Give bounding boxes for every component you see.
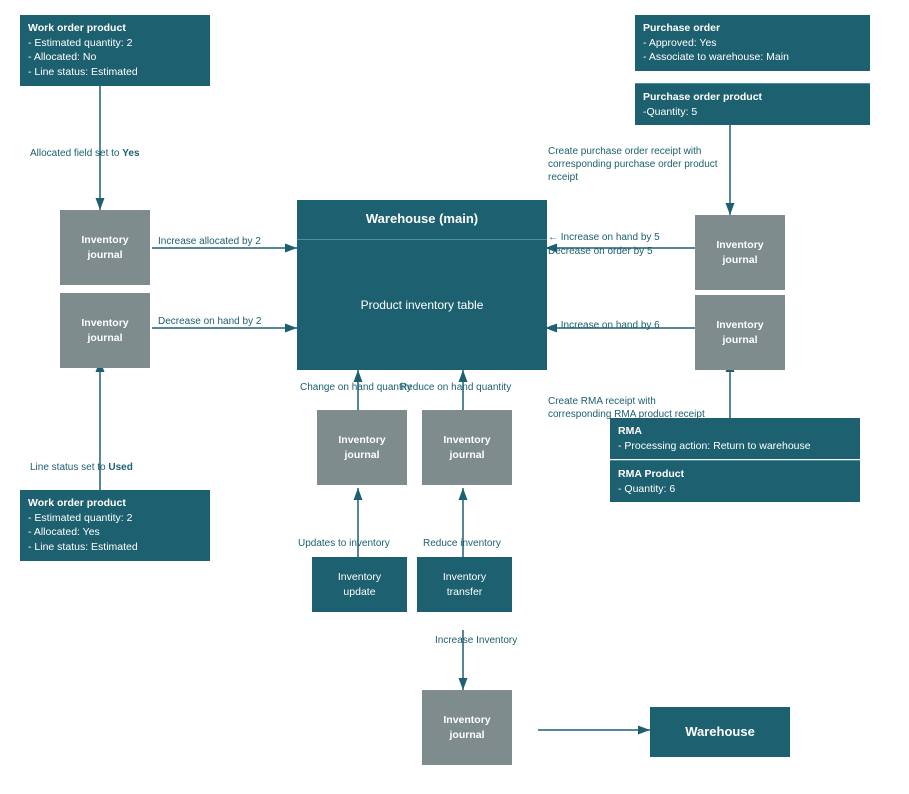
work-order-bottom-title: Work order product: [28, 496, 202, 511]
rma-title: RMA: [618, 424, 852, 439]
po-line1: - Approved: Yes: [643, 36, 862, 51]
rma-product-line1: - Quantity: 6: [618, 482, 852, 497]
inv-journal-4-label: Inventoryjournal: [716, 318, 763, 347]
inv-journal-3-label: Inventoryjournal: [716, 238, 763, 267]
reduce-on-hand-label: Reduce on hand quantity: [400, 382, 511, 393]
increase-allocated-label: Increase allocated by 2: [158, 236, 261, 247]
inv-journal-5-label: Inventoryjournal: [338, 433, 385, 462]
create-rma-receipt-label: Create RMA receipt withcorresponding RMA…: [548, 395, 738, 421]
inv-journal-1-label: Inventoryjournal: [81, 233, 128, 262]
decrease-on-hand-label: Decrease on hand by 2: [158, 316, 261, 327]
work-order-top-line1: - Estimated quantity: 2: [28, 36, 202, 51]
po-product-title: Purchase order product: [643, 90, 862, 105]
work-order-bottom-line3: - Line status: Estimated: [28, 540, 202, 555]
decrease-on-order-5-label: Decrease on order by 5: [548, 246, 653, 257]
inv-journal-6-label: Inventoryjournal: [443, 433, 490, 462]
purchase-order-box: Purchase order - Approved: Yes - Associa…: [635, 15, 870, 71]
increase-on-hand-6-label: ← Increase on hand by 6: [548, 320, 660, 331]
inv-journal-5-box: Inventoryjournal: [317, 410, 407, 485]
increase-inventory-label: Increase Inventory: [435, 635, 517, 646]
po-line2: - Associate to warehouse: Main: [643, 50, 862, 65]
work-order-top-line3: - Line status: Estimated: [28, 65, 202, 80]
inv-transfer-label: Inventorytransfer: [443, 570, 486, 599]
rma-product-box: RMA Product - Quantity: 6: [610, 460, 860, 502]
inv-journal-6-box: Inventoryjournal: [422, 410, 512, 485]
inv-journal-2-box: Inventoryjournal: [60, 293, 150, 368]
inv-transfer-box: Inventorytransfer: [417, 557, 512, 612]
purchase-order-title: Purchase order: [643, 21, 862, 36]
work-order-bottom-line1: - Estimated quantity: 2: [28, 511, 202, 526]
rma-line1: - Processing action: Return to warehouse: [618, 439, 852, 454]
rma-product-title: RMA Product: [618, 467, 852, 482]
inv-journal-7-box: Inventoryjournal: [422, 690, 512, 765]
work-order-bottom-box: Work order product - Estimated quantity:…: [20, 490, 210, 561]
product-inventory-label: Product inventory table: [361, 297, 484, 314]
diagram: Work order product - Estimated quantity:…: [0, 0, 909, 794]
work-order-top-box: Work order product - Estimated quantity:…: [20, 15, 210, 86]
updates-to-inventory-label: Updates to inventory: [298, 538, 390, 549]
po-product-line1: -Quantity: 5: [643, 105, 862, 120]
reduce-inventory-label: Reduce inventory: [423, 538, 501, 549]
warehouse-main-box: Warehouse (main): [297, 200, 547, 240]
inv-update-box: Inventoryupdate: [312, 557, 407, 612]
inv-update-label: Inventoryupdate: [338, 570, 381, 599]
change-on-hand-label: Change on hand quantity: [300, 382, 412, 393]
inv-journal-1-box: Inventoryjournal: [60, 210, 150, 285]
allocated-yes-label: Allocated field set to Yes: [30, 148, 140, 159]
work-order-bottom-line2: - Allocated: Yes: [28, 525, 202, 540]
work-order-top-line2: - Allocated: No: [28, 50, 202, 65]
work-order-top-title: Work order product: [28, 21, 202, 36]
product-inventory-box: Product inventory table: [297, 240, 547, 370]
warehouse-bottom-label: Warehouse: [685, 723, 755, 741]
inv-journal-7-label: Inventoryjournal: [443, 713, 490, 742]
increase-on-hand-5-label: ← Increase on hand by 5: [548, 232, 660, 243]
line-status-label: Line status set to Used: [30, 462, 133, 473]
inv-journal-2-label: Inventoryjournal: [81, 316, 128, 345]
inv-journal-3-box: Inventoryjournal: [695, 215, 785, 290]
create-po-receipt-label: Create purchase order receipt withcorres…: [548, 145, 743, 184]
rma-box: RMA - Processing action: Return to wareh…: [610, 418, 860, 459]
inv-journal-4-box: Inventoryjournal: [695, 295, 785, 370]
warehouse-bottom-box: Warehouse: [650, 707, 790, 757]
warehouse-main-label: Warehouse (main): [366, 210, 478, 228]
po-product-box: Purchase order product -Quantity: 5: [635, 83, 870, 125]
